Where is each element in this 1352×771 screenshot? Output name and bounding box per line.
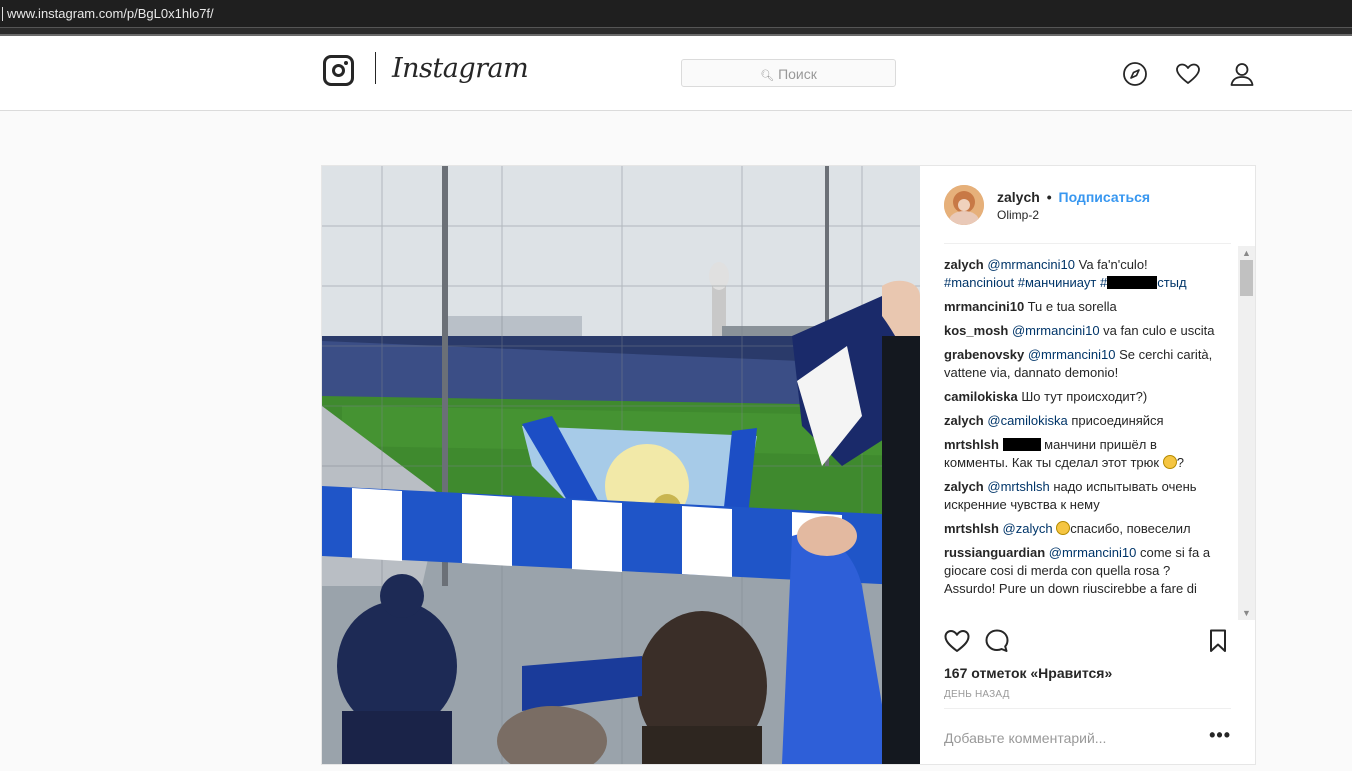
author-line: zalych • Подписаться xyxy=(997,189,1150,205)
laughing-emoji-icon xyxy=(1056,521,1071,535)
comment-mention-link[interactable]: @mrmancini10 xyxy=(1012,323,1100,338)
camera-flash-dot xyxy=(344,61,348,65)
comment-item: zalych @camilokiska присоединяйся xyxy=(944,412,1224,430)
search-placeholder: Поиск xyxy=(778,66,817,82)
post-header: zalych • Подписаться Olimp-2 xyxy=(944,185,1231,244)
profile-user-icon[interactable] xyxy=(1229,61,1255,87)
comment-username[interactable]: mrtshlsh xyxy=(944,521,999,536)
avatar-illustration xyxy=(944,185,984,225)
search-icon: 🔍︎ xyxy=(760,70,775,82)
post-actions xyxy=(944,628,1231,658)
likes-count[interactable]: 167 отметок «Нравится» xyxy=(944,665,1112,681)
comment-item: mrtshlsh @zalych спасибо, повеселил xyxy=(944,520,1224,538)
comment-text: присоединяйся xyxy=(1067,413,1164,428)
comment-username[interactable]: mrtshlsh xyxy=(944,437,999,452)
post-sidebar: zalych • Подписаться Olimp-2 zalych @mrm… xyxy=(920,166,1255,764)
redacted-block xyxy=(1002,438,1041,451)
comment-username[interactable]: zalych xyxy=(944,413,984,428)
comment-mention-link[interactable]: #manciniout xyxy=(944,275,1014,290)
activity-heart-icon[interactable] xyxy=(1175,61,1201,87)
follow-button[interactable]: Подписаться xyxy=(1059,189,1151,205)
comment-text: Шо тут происходит?) xyxy=(1021,389,1148,404)
comment-mention-link[interactable]: @mrmancini10 xyxy=(987,257,1075,272)
comment-text: va fan culo e uscita xyxy=(1099,323,1215,338)
comment-username[interactable]: zalych xyxy=(944,257,984,272)
comment-item: mrmancini10 Tu e tua sorella xyxy=(944,298,1224,316)
comment-item: zalych @mrtshlsh надо испытывать очень и… xyxy=(944,478,1224,514)
add-comment-bar: Добавьте комментарий... ••• xyxy=(944,708,1231,764)
comment-item: zalych @mrmancini10 Va fa'n'culo! #mancin… xyxy=(944,256,1224,292)
comment-item: camilokiska Шо тут происходит?) xyxy=(944,388,1224,406)
like-heart-icon[interactable] xyxy=(944,628,970,654)
camera-lens-shape xyxy=(332,64,345,77)
search-input[interactable]: 🔍︎ Поиск xyxy=(681,59,896,87)
url-text: www.instagram.com/p/BgL0x1hlo7f/ xyxy=(7,6,214,21)
scrollbar-thumb[interactable] xyxy=(1240,260,1253,296)
explore-compass-icon[interactable] xyxy=(1122,61,1148,87)
comment-mention-link[interactable]: @mrtshlsh xyxy=(987,479,1049,494)
comments-scrollbar[interactable]: ▲ ▼ xyxy=(1238,246,1255,620)
comment-username[interactable]: grabenovsky xyxy=(944,347,1024,362)
laughing-emoji-icon xyxy=(1162,455,1177,469)
comment-bubble-icon[interactable] xyxy=(984,628,1010,654)
comment-username[interactable]: zalych xyxy=(944,479,984,494)
comment-mention-link[interactable]: @mrmancini10 xyxy=(1049,545,1137,560)
post-timestamp[interactable]: ДЕНЬ НАЗАД xyxy=(944,689,1010,700)
comment-username[interactable]: mrmancini10 xyxy=(944,299,1024,314)
scroll-down-arrow-icon[interactable]: ▼ xyxy=(1238,606,1255,620)
comment-mention-link[interactable]: #манчиниаут xyxy=(1018,275,1097,290)
comment-item: russianguardian @mrmancini10 come si fa … xyxy=(944,544,1224,598)
comment-item: kos_mosh @mrmancini10 va fan culo e usci… xyxy=(944,322,1224,340)
address-field[interactable]: www.instagram.com/p/BgL0x1hlo7f/ xyxy=(0,0,1352,28)
comment-mention-link[interactable]: @camilokiska xyxy=(987,413,1067,428)
comment-mention-link[interactable]: # xyxy=(1100,275,1107,290)
comment-username[interactable]: kos_mosh xyxy=(944,323,1008,338)
comment-username[interactable]: camilokiska xyxy=(944,389,1018,404)
author-username[interactable]: zalych xyxy=(997,189,1040,205)
comment-mention-link[interactable]: @zalych xyxy=(1003,521,1053,536)
logo-divider xyxy=(375,52,376,84)
instagram-wordmark[interactable]: Instagram xyxy=(392,53,529,84)
comment-item: grabenovsky @mrmancini10 Se cerchi carit… xyxy=(944,346,1224,382)
comment-text: ? xyxy=(1176,455,1184,470)
save-bookmark-icon[interactable] xyxy=(1205,628,1231,654)
more-options-icon[interactable]: ••• xyxy=(1209,725,1231,746)
redacted-block xyxy=(1107,276,1158,289)
comment-mention-link[interactable]: стыд xyxy=(1157,275,1186,290)
stadium-photo-illustration xyxy=(322,166,920,764)
comment-text: Tu e tua sorella xyxy=(1027,299,1117,314)
browser-address-bar[interactable]: www.instagram.com/p/BgL0x1hlo7f/ xyxy=(0,0,1352,36)
scroll-up-arrow-icon[interactable]: ▲ xyxy=(1238,246,1255,260)
comment-text: спасибо, повеселил xyxy=(1070,521,1191,536)
instagram-top-nav: Instagram 🔍︎ Поиск xyxy=(0,36,1352,111)
instagram-camera-icon[interactable] xyxy=(323,55,354,86)
comments-list: zalych @mrmancini10 Va fa'n'culo! #mancin… xyxy=(944,256,1224,616)
comment-username[interactable]: russianguardian xyxy=(944,545,1045,560)
search-placeholder-group: 🔍︎ Поиск xyxy=(682,66,895,82)
header-separator: • xyxy=(1046,189,1052,205)
add-comment-input[interactable]: Добавьте комментарий... xyxy=(944,730,1106,746)
author-avatar[interactable] xyxy=(944,185,984,225)
post-location[interactable]: Olimp-2 xyxy=(997,208,1039,222)
post-photo[interactable] xyxy=(322,166,920,764)
comment-text: Va fa'n'culo! xyxy=(1075,257,1148,272)
post-card: zalych • Подписаться Olimp-2 zalych @mrm… xyxy=(321,165,1256,765)
comment-mention-link[interactable]: @mrmancini10 xyxy=(1028,347,1116,362)
comment-item: mrtshlsh манчини пришёл в комменты. Как … xyxy=(944,436,1224,472)
text-cursor xyxy=(2,7,3,21)
